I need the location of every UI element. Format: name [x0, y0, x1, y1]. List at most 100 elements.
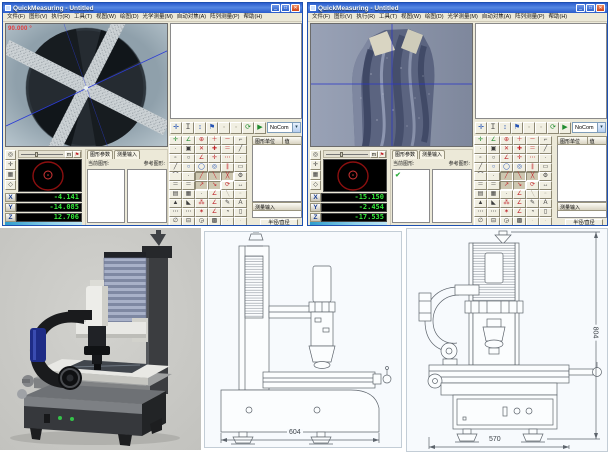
tool-spare-1[interactable]: · [221, 217, 234, 226]
reference-figure-list[interactable] [432, 169, 472, 223]
tool-dot-4[interactable]: · [500, 190, 513, 199]
tool-point[interactable]: ✛ [474, 136, 487, 145]
tool-angle-3[interactable]: ∠ [208, 190, 221, 199]
tool-equal-2[interactable]: ＝ [169, 181, 182, 190]
tool-flag-tool[interactable]: ⚑ [511, 122, 523, 134]
tab-graphic-params[interactable]: 图形参数 [87, 150, 113, 159]
current-figure-list[interactable] [87, 169, 125, 223]
menu-item-5[interactable]: 绘图(D) [423, 13, 446, 22]
tool-distance-3[interactable]: ╳ [526, 172, 539, 181]
tool-x-mark[interactable]: ✕ [500, 145, 513, 154]
tool-arrow-ne[interactable]: ↗ [195, 181, 208, 190]
tool-disabled-3[interactable]: ╲ [526, 190, 539, 199]
tool-grid[interactable]: ▦ [310, 170, 321, 180]
tool-scatter[interactable]: ⁂ [195, 199, 208, 208]
tool-triangle-2[interactable]: ◣ [487, 199, 500, 208]
slider-track[interactable] [326, 154, 368, 155]
menu-item-3[interactable]: 工具(T) [72, 13, 94, 22]
tool-run-tool[interactable]: ▶ [254, 122, 266, 134]
tool-more-2[interactable]: ⋯ [182, 208, 195, 217]
units-list[interactable] [252, 145, 302, 202]
units-header[interactable]: 图形单位 [252, 136, 282, 145]
tool-dot-1[interactable]: · [474, 145, 487, 154]
close-button[interactable]: ✕ [596, 4, 605, 12]
tool-arrows-h[interactable]: ↔ [539, 181, 552, 190]
tool-bin[interactable]: ▯ [539, 208, 552, 217]
close-button[interactable]: ✕ [291, 4, 300, 12]
tool-dot-2[interactable]: · [539, 154, 552, 163]
tool-pin-tool[interactable]: ↕ [194, 122, 206, 134]
tool-parallel[interactable]: ∥ [221, 163, 234, 172]
tool-circle-center[interactable]: ⊕ [500, 136, 513, 145]
tool-gear[interactable]: ⚙ [234, 172, 247, 181]
tool-circle-blue[interactable]: ○ [487, 163, 500, 172]
tool-disabled-3[interactable]: ╲ [221, 190, 234, 199]
radius-diameter-button[interactable]: 半径/直径 [260, 219, 298, 226]
tool-circle-small[interactable]: ○ [182, 154, 195, 163]
tool-triangle[interactable]: ▲ [169, 199, 182, 208]
measure-input-area[interactable] [252, 211, 302, 218]
tool-triangle-2[interactable]: ◣ [182, 199, 195, 208]
menu-item-7[interactable]: 自动对焦(A) [480, 13, 513, 22]
tool-arrows-h[interactable]: ↔ [234, 181, 247, 190]
tool-box[interactable]: ▣ [487, 145, 500, 154]
zoom-slider[interactable]: m ⚑ [323, 150, 387, 158]
tool-compass[interactable]: ◎ [5, 150, 16, 160]
tool-text[interactable]: Ａ [234, 199, 247, 208]
tool-scatter[interactable]: ⁂ [500, 199, 513, 208]
tab-measure-input[interactable]: 测量输入 [114, 150, 140, 159]
tool-more-2[interactable]: ⋯ [487, 208, 500, 217]
tool-arrow-se[interactable]: ↘ [513, 181, 526, 190]
value-header[interactable]: 值 [587, 136, 607, 145]
tool-line-1[interactable]: ╱ [539, 145, 552, 154]
tool-distance-1[interactable]: ╱ [195, 172, 208, 181]
tool-angle-4[interactable]: ∠ [513, 199, 526, 208]
unit-button[interactable]: m [370, 151, 378, 158]
menu-item-8[interactable]: 阵列测量(P) [513, 13, 546, 22]
tool-dot-3[interactable]: · [487, 172, 500, 181]
tool-x-mark[interactable]: ✕ [195, 145, 208, 154]
minimize-button[interactable]: _ [271, 4, 280, 12]
tool-ring[interactable]: ◯ [500, 163, 513, 172]
tool-pan-tool[interactable]: ✛ [170, 122, 182, 134]
unit-button[interactable]: m [65, 151, 73, 158]
tool-angle-green[interactable]: ∠ [182, 136, 195, 145]
tool-plus[interactable]: ✚ [513, 145, 526, 154]
tool-arc[interactable]: ⌒ [169, 172, 182, 181]
tool-diameter[interactable]: ∅ [169, 217, 182, 226]
tool-line-1[interactable]: ╱ [234, 145, 247, 154]
tool-equal-2[interactable]: ＝ [474, 181, 487, 190]
tool-dim-h[interactable]: ⊟ [182, 217, 195, 226]
tool-ibeam-tool[interactable]: Ｉ [487, 122, 499, 134]
tool-quadrant[interactable]: ◶ [500, 217, 513, 226]
tool-dim-h[interactable]: ⊟ [487, 217, 500, 226]
tool-circle-blue[interactable]: ○ [182, 163, 195, 172]
tool-pan-tool[interactable]: ✛ [475, 122, 487, 134]
tool-move[interactable]: ✛ [310, 160, 321, 170]
menu-item-1[interactable]: 图形(V) [27, 13, 49, 22]
tool-equal[interactable]: ＝ [526, 145, 539, 154]
tool-angle-red[interactable]: ∠ [195, 154, 208, 163]
tool-image-2[interactable]: ▦ [182, 190, 195, 199]
tool-rectangle[interactable]: ▭ [539, 163, 552, 172]
tool-grid[interactable]: ▦ [5, 170, 16, 180]
menu-item-3[interactable]: 工具(T) [377, 13, 399, 22]
tool-point[interactable]: ✛ [169, 136, 182, 145]
measure-input-area[interactable] [557, 211, 607, 218]
slider-thumb[interactable] [340, 152, 343, 157]
tool-pen[interactable]: ✎ [526, 199, 539, 208]
tool-ring-double[interactable]: ◎ [513, 163, 526, 172]
minimize-button[interactable]: _ [576, 4, 585, 12]
menu-item-0[interactable]: 文件(F) [310, 13, 332, 22]
tool-home[interactable]: ◇ [310, 180, 321, 190]
tool-arrow-se[interactable]: ↘ [208, 181, 221, 190]
marker-flag-icon[interactable]: ⚑ [73, 151, 81, 158]
tool-triangle[interactable]: ▲ [474, 199, 487, 208]
tool-diameter[interactable]: ∅ [474, 217, 487, 226]
tool-dot-2[interactable]: · [234, 154, 247, 163]
radius-diameter-button[interactable]: 半径/直径 [565, 219, 603, 226]
tool-hatch[interactable]: ▩ [208, 217, 221, 226]
menu-item-5[interactable]: 绘图(D) [118, 13, 141, 22]
tool-angle-4[interactable]: ∠ [208, 199, 221, 208]
title-bar[interactable]: QuickMeasuring - Untitled _ □ ✕ [3, 3, 302, 13]
